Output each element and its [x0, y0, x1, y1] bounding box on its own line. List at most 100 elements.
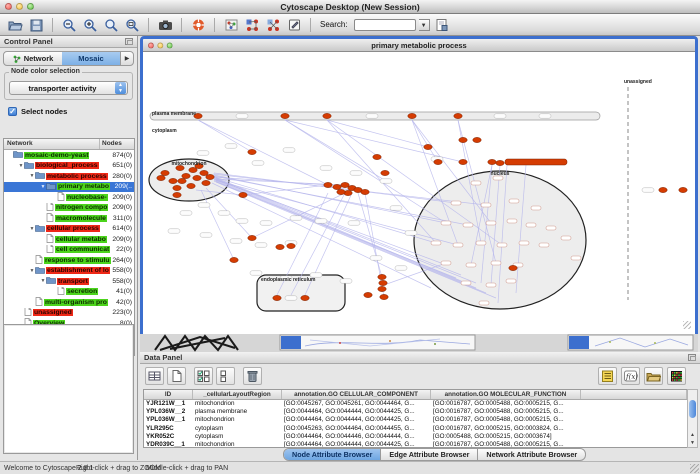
node-pill[interactable]: [466, 263, 476, 267]
node[interactable]: [193, 175, 201, 180]
float-panel-icon[interactable]: [125, 38, 133, 45]
node[interactable]: [454, 113, 462, 118]
node[interactable]: [333, 184, 341, 189]
table-scrollbar[interactable]: ▲ ▼: [687, 389, 698, 448]
node[interactable]: [173, 185, 181, 190]
tree-row-primary-metabo[interactable]: ▼primary metabo209(..: [4, 182, 134, 193]
node[interactable]: [379, 280, 387, 285]
select-nodes-checkbox[interactable]: ✓: [8, 107, 17, 116]
vizmapper-icon[interactable]: [222, 16, 240, 33]
node[interactable]: [206, 174, 214, 179]
node[interactable]: [248, 149, 256, 154]
node[interactable]: [361, 189, 369, 194]
column-header-_cellularLayoutRegion[interactable]: _cellularLayoutRegion: [193, 390, 282, 399]
node[interactable]: [459, 137, 467, 142]
tree-row-cell-communicat[interactable]: cell communicat22(0): [4, 245, 134, 256]
save-session-icon[interactable]: [27, 16, 45, 33]
search-dropdown-icon[interactable]: ▼: [419, 19, 430, 31]
tab-overflow-button[interactable]: ▶: [120, 52, 133, 65]
scroll-down-icon[interactable]: ▼: [689, 440, 696, 446]
node-pill[interactable]: [539, 243, 549, 247]
node[interactable]: [496, 160, 504, 165]
node[interactable]: [273, 295, 281, 300]
tree-row-unassigned[interactable]: unassigned223(0): [4, 308, 134, 319]
help-icon[interactable]: [189, 16, 207, 33]
column-header-blank[interactable]: [581, 390, 687, 399]
node-pill[interactable]: [476, 241, 486, 245]
node[interactable]: [187, 183, 195, 188]
node-pill[interactable]: [546, 226, 556, 230]
snapshot-icon[interactable]: [156, 16, 174, 33]
table-row[interactable]: YPL036W__1mitochondrion[GO:0044464, GO:0…: [144, 416, 687, 424]
tree-row-cellular-metabo[interactable]: cellular metabo209(0): [4, 234, 134, 245]
node-group[interactable]: [505, 159, 567, 165]
layout-nodes-icon[interactable]: [243, 16, 261, 33]
node[interactable]: [380, 294, 388, 299]
scroll-up-icon[interactable]: ▲: [689, 432, 696, 438]
table-row[interactable]: YDR039C__1mitochondrion[GO:0044464, GO:0…: [144, 441, 687, 448]
resize-grip-icon[interactable]: [683, 321, 691, 329]
node[interactable]: [509, 265, 517, 270]
matrix-icon[interactable]: [667, 367, 686, 385]
node[interactable]: [169, 178, 177, 183]
node-pill[interactable]: [471, 181, 481, 185]
tree-row-macromolecule[interactable]: macromolecule311(0): [4, 213, 134, 224]
node[interactable]: [287, 243, 295, 248]
scrollbar-thumb[interactable]: [689, 400, 696, 418]
open-file-icon[interactable]: [6, 16, 24, 33]
node[interactable]: [281, 113, 289, 118]
attribute-list-icon[interactable]: [598, 367, 617, 385]
node-pill[interactable]: [463, 223, 473, 227]
import-attributes-icon[interactable]: [644, 367, 663, 385]
tree-row-multi-organism-pro[interactable]: multi-organism pro42(0): [4, 297, 134, 308]
node[interactable]: [434, 159, 442, 164]
node[interactable]: [473, 137, 481, 142]
node[interactable]: [679, 187, 687, 192]
resize-grip-icon[interactable]: [690, 464, 699, 473]
tab-network[interactable]: Network: [4, 52, 62, 65]
node-pill[interactable]: [497, 243, 507, 247]
column-header-ID[interactable]: ID: [144, 390, 193, 399]
zoom-out-icon[interactable]: [60, 16, 78, 33]
zoom-fit-icon[interactable]: [102, 16, 120, 33]
unselect-all-attributes-icon[interactable]: [216, 367, 235, 385]
node[interactable]: [182, 173, 190, 178]
tree-row-cellular-process[interactable]: ▼cellular process614(0): [4, 224, 134, 235]
delete-attribute-icon[interactable]: [243, 367, 262, 385]
tree-row-metabolic-process[interactable]: ▼metabolic process280(0): [4, 171, 134, 182]
node[interactable]: [173, 192, 181, 197]
node[interactable]: [161, 170, 169, 175]
tree-row-mosaic-demo-yeast[interactable]: mosaic-demo-yeast874(0): [4, 150, 134, 161]
network-canvas[interactable]: plasma membranecytoplasmmitochondrionnuc…: [146, 53, 692, 332]
birdseye-view[interactable]: [3, 324, 134, 454]
function-builder-icon[interactable]: f(x): [621, 367, 640, 385]
tree-row-secretion[interactable]: secretion41(0): [4, 287, 134, 298]
node[interactable]: [301, 295, 309, 300]
node-pill[interactable]: [519, 241, 529, 245]
table-row[interactable]: YPL036W__2plasma membrane[GO:0044464, GO…: [144, 408, 687, 416]
node[interactable]: [239, 192, 247, 197]
layout-edges-icon[interactable]: [264, 16, 282, 33]
node[interactable]: [659, 187, 667, 192]
node-pill[interactable]: [486, 221, 496, 225]
tab-edge-attribute-browser[interactable]: Edge Attribute Browser: [381, 449, 478, 460]
select-all-attributes-icon[interactable]: [194, 367, 213, 385]
node-pill[interactable]: [451, 201, 461, 205]
tree-row-nitrogen-compo[interactable]: nitrogen compo209(0): [4, 203, 134, 214]
node[interactable]: [488, 159, 496, 164]
tree-row-response-to-stimulu[interactable]: response to stimulu264(0): [4, 255, 134, 266]
search-input[interactable]: [354, 19, 416, 31]
node-pill[interactable]: [453, 243, 463, 247]
tree-row-transport[interactable]: ▼transport558(0): [4, 276, 134, 287]
node-pill[interactable]: [509, 199, 519, 203]
node-pill[interactable]: [507, 219, 517, 223]
tab-mosaic[interactable]: Mosaic: [62, 52, 120, 65]
node-pill[interactable]: [531, 206, 541, 210]
tree-row-establishment-of-lo[interactable]: ▼establishment of lo558(0): [4, 266, 134, 277]
node[interactable]: [202, 180, 210, 185]
node[interactable]: [424, 144, 432, 149]
node-pill[interactable]: [479, 301, 489, 305]
column-header-annotation.GO CELLULAR_COMPONENT[interactable]: annotation.GO CELLULAR_COMPONENT: [282, 390, 431, 399]
node[interactable]: [157, 175, 165, 180]
node[interactable]: [248, 235, 256, 240]
